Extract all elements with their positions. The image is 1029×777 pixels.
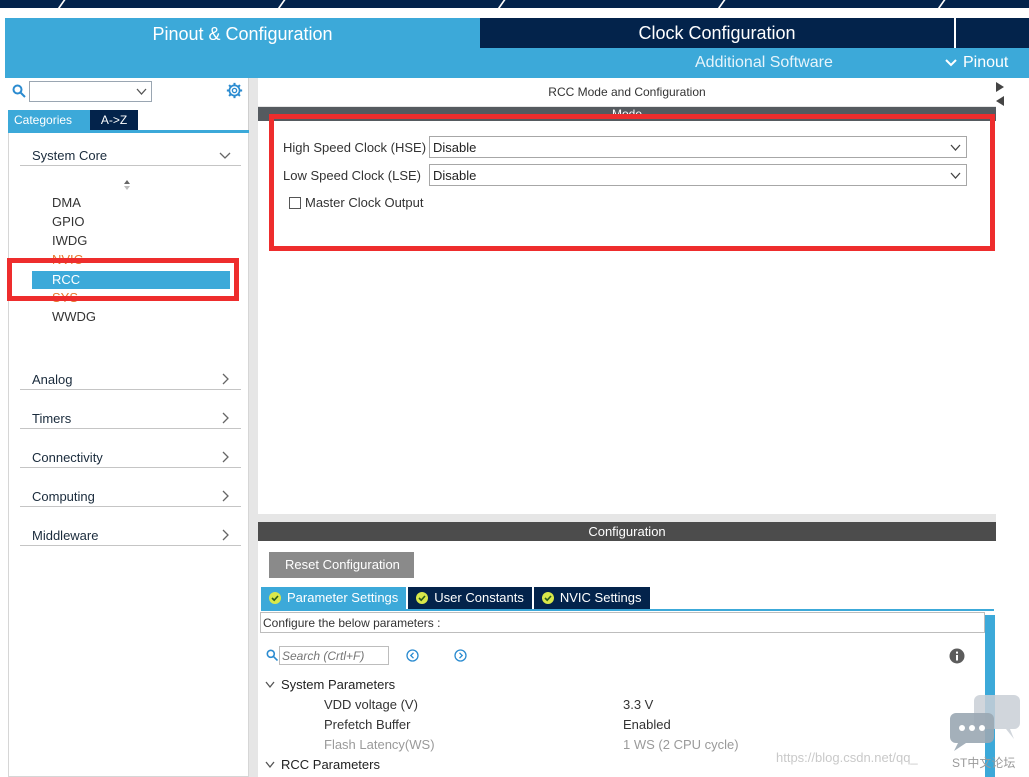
pinout-menu-label: Pinout <box>963 54 1009 71</box>
sort-arrows-icon[interactable] <box>123 179 131 191</box>
tab-user-constants[interactable]: User Constants <box>408 587 532 609</box>
group-label: Connectivity <box>32 450 103 465</box>
main-content: RCC Mode and Configuration Mode High Spe… <box>249 78 1029 777</box>
search-icon <box>12 84 26 98</box>
tab-pinout-configuration[interactable]: Pinout & Configuration <box>5 18 480 86</box>
system-parameters-group[interactable]: System Parameters <box>265 677 395 692</box>
tab-extra[interactable] <box>956 18 1029 48</box>
list-item-wwdg[interactable]: WWDG <box>52 309 96 324</box>
chevron-down-icon <box>265 681 275 688</box>
reset-configuration-button[interactable]: Reset Configuration <box>269 552 414 578</box>
info-icon[interactable] <box>949 648 965 664</box>
parameter-search-input[interactable] <box>279 646 389 665</box>
tab-a-to-z[interactable]: A->Z <box>90 110 138 130</box>
configuration-section-bar: Configuration <box>258 522 996 541</box>
chat-bubble-icon <box>950 695 1020 751</box>
group-timers[interactable]: Timers <box>20 407 241 429</box>
tab-label: Parameter Settings <box>287 590 399 605</box>
rcc-highlight-box <box>7 258 239 301</box>
group-analog[interactable]: Analog <box>20 368 241 390</box>
sidebar: Categories A->Z System Core DMA GPIO IWD… <box>5 78 249 777</box>
additional-software-button[interactable]: Additional Software <box>695 54 833 72</box>
tab-categories[interactable]: Categories <box>8 110 90 130</box>
group-label: Middleware <box>32 528 99 543</box>
group-label: System Parameters <box>281 677 396 692</box>
list-item-iwdg[interactable]: IWDG <box>52 233 87 248</box>
collapse-right-icon[interactable] <box>996 82 1004 92</box>
search-icon <box>266 649 278 661</box>
param-value-flash-latency: 1 WS (2 CPU cycle) <box>623 737 739 752</box>
configuration-panel: Reset Configuration Parameter Settings U… <box>258 541 996 777</box>
chevron-right-icon <box>222 490 229 502</box>
tab-pinout-label: Pinout & Configuration <box>152 24 333 44</box>
category-list: System Core DMA GPIO IWDG NVIC RCC SYS W… <box>8 133 249 777</box>
mode-highlight-box <box>269 114 995 251</box>
page-title: RCC Mode and Configuration <box>548 85 706 99</box>
top-strip <box>0 0 1029 8</box>
collapse-left-icon[interactable] <box>996 96 1004 106</box>
chevron-right-icon <box>222 373 229 385</box>
chevron-right-icon <box>222 451 229 463</box>
category-tabs: Categories A->Z <box>8 110 138 130</box>
list-item-dma[interactable]: DMA <box>52 195 81 210</box>
right-edge <box>996 78 1029 777</box>
panel-header: RCC Mode and Configuration <box>258 78 996 106</box>
group-label: System Core <box>32 148 108 163</box>
tab-nvic-settings[interactable]: NVIC Settings <box>533 587 650 609</box>
group-label: Analog <box>32 372 73 387</box>
tab-label: NVIC Settings <box>559 590 642 605</box>
tab-parameter-settings[interactable]: Parameter Settings <box>261 587 407 609</box>
pinout-menu-button[interactable]: Pinout <box>945 54 1008 72</box>
configuration-section-label: Configuration <box>588 524 666 539</box>
group-middleware[interactable]: Middleware <box>20 524 241 546</box>
check-circle-icon <box>541 592 554 604</box>
main-tabs-header: Pinout & Configuration Clock Configurati… <box>0 8 1029 86</box>
group-label: RCC Parameters <box>281 757 380 772</box>
rcc-parameters-group[interactable]: RCC Parameters <box>265 757 380 772</box>
group-label: Timers <box>32 411 72 426</box>
chevron-down-icon <box>136 88 147 95</box>
check-circle-icon <box>416 592 429 604</box>
chevron-down-icon <box>265 761 275 768</box>
next-icon[interactable] <box>454 649 467 662</box>
chevron-down-icon <box>219 152 231 159</box>
configure-hint: Configure the below parameters : <box>260 612 985 633</box>
check-circle-icon <box>269 592 281 604</box>
sub-toolbar: Additional Software Pinout <box>480 48 1029 78</box>
previous-icon[interactable] <box>406 649 419 662</box>
param-value-prefetch[interactable]: Enabled <box>623 717 671 732</box>
tab-clock-configuration[interactable]: Clock Configuration <box>480 18 954 48</box>
group-label: Computing <box>32 489 95 504</box>
chevron-right-icon <box>222 529 229 541</box>
configuration-tabs: Parameter Settings User Constants NVIC S… <box>261 587 650 609</box>
watermark-caption: ST中文论坛 <box>952 756 1016 770</box>
param-name-prefetch: Prefetch Buffer <box>324 717 411 732</box>
param-name-flash-latency: Flash Latency(WS) <box>324 737 435 752</box>
chevron-right-icon <box>222 412 229 424</box>
param-value-vdd[interactable]: 3.3 V <box>623 697 653 712</box>
param-name-vdd: VDD voltage (V) <box>324 697 418 712</box>
group-computing[interactable]: Computing <box>20 485 241 507</box>
tab-underline <box>261 609 994 611</box>
list-item-gpio[interactable]: GPIO <box>52 214 85 229</box>
tab-clock-label: Clock Configuration <box>638 23 796 43</box>
chevron-down-icon <box>945 59 957 67</box>
watermark-url: https://blog.csdn.net/qq_ <box>776 750 918 765</box>
gear-icon[interactable] <box>226 82 243 99</box>
group-system-core[interactable]: System Core <box>20 144 241 166</box>
tab-label: User Constants <box>434 590 524 605</box>
search-combobox[interactable] <box>29 81 152 102</box>
group-connectivity[interactable]: Connectivity <box>20 446 241 468</box>
